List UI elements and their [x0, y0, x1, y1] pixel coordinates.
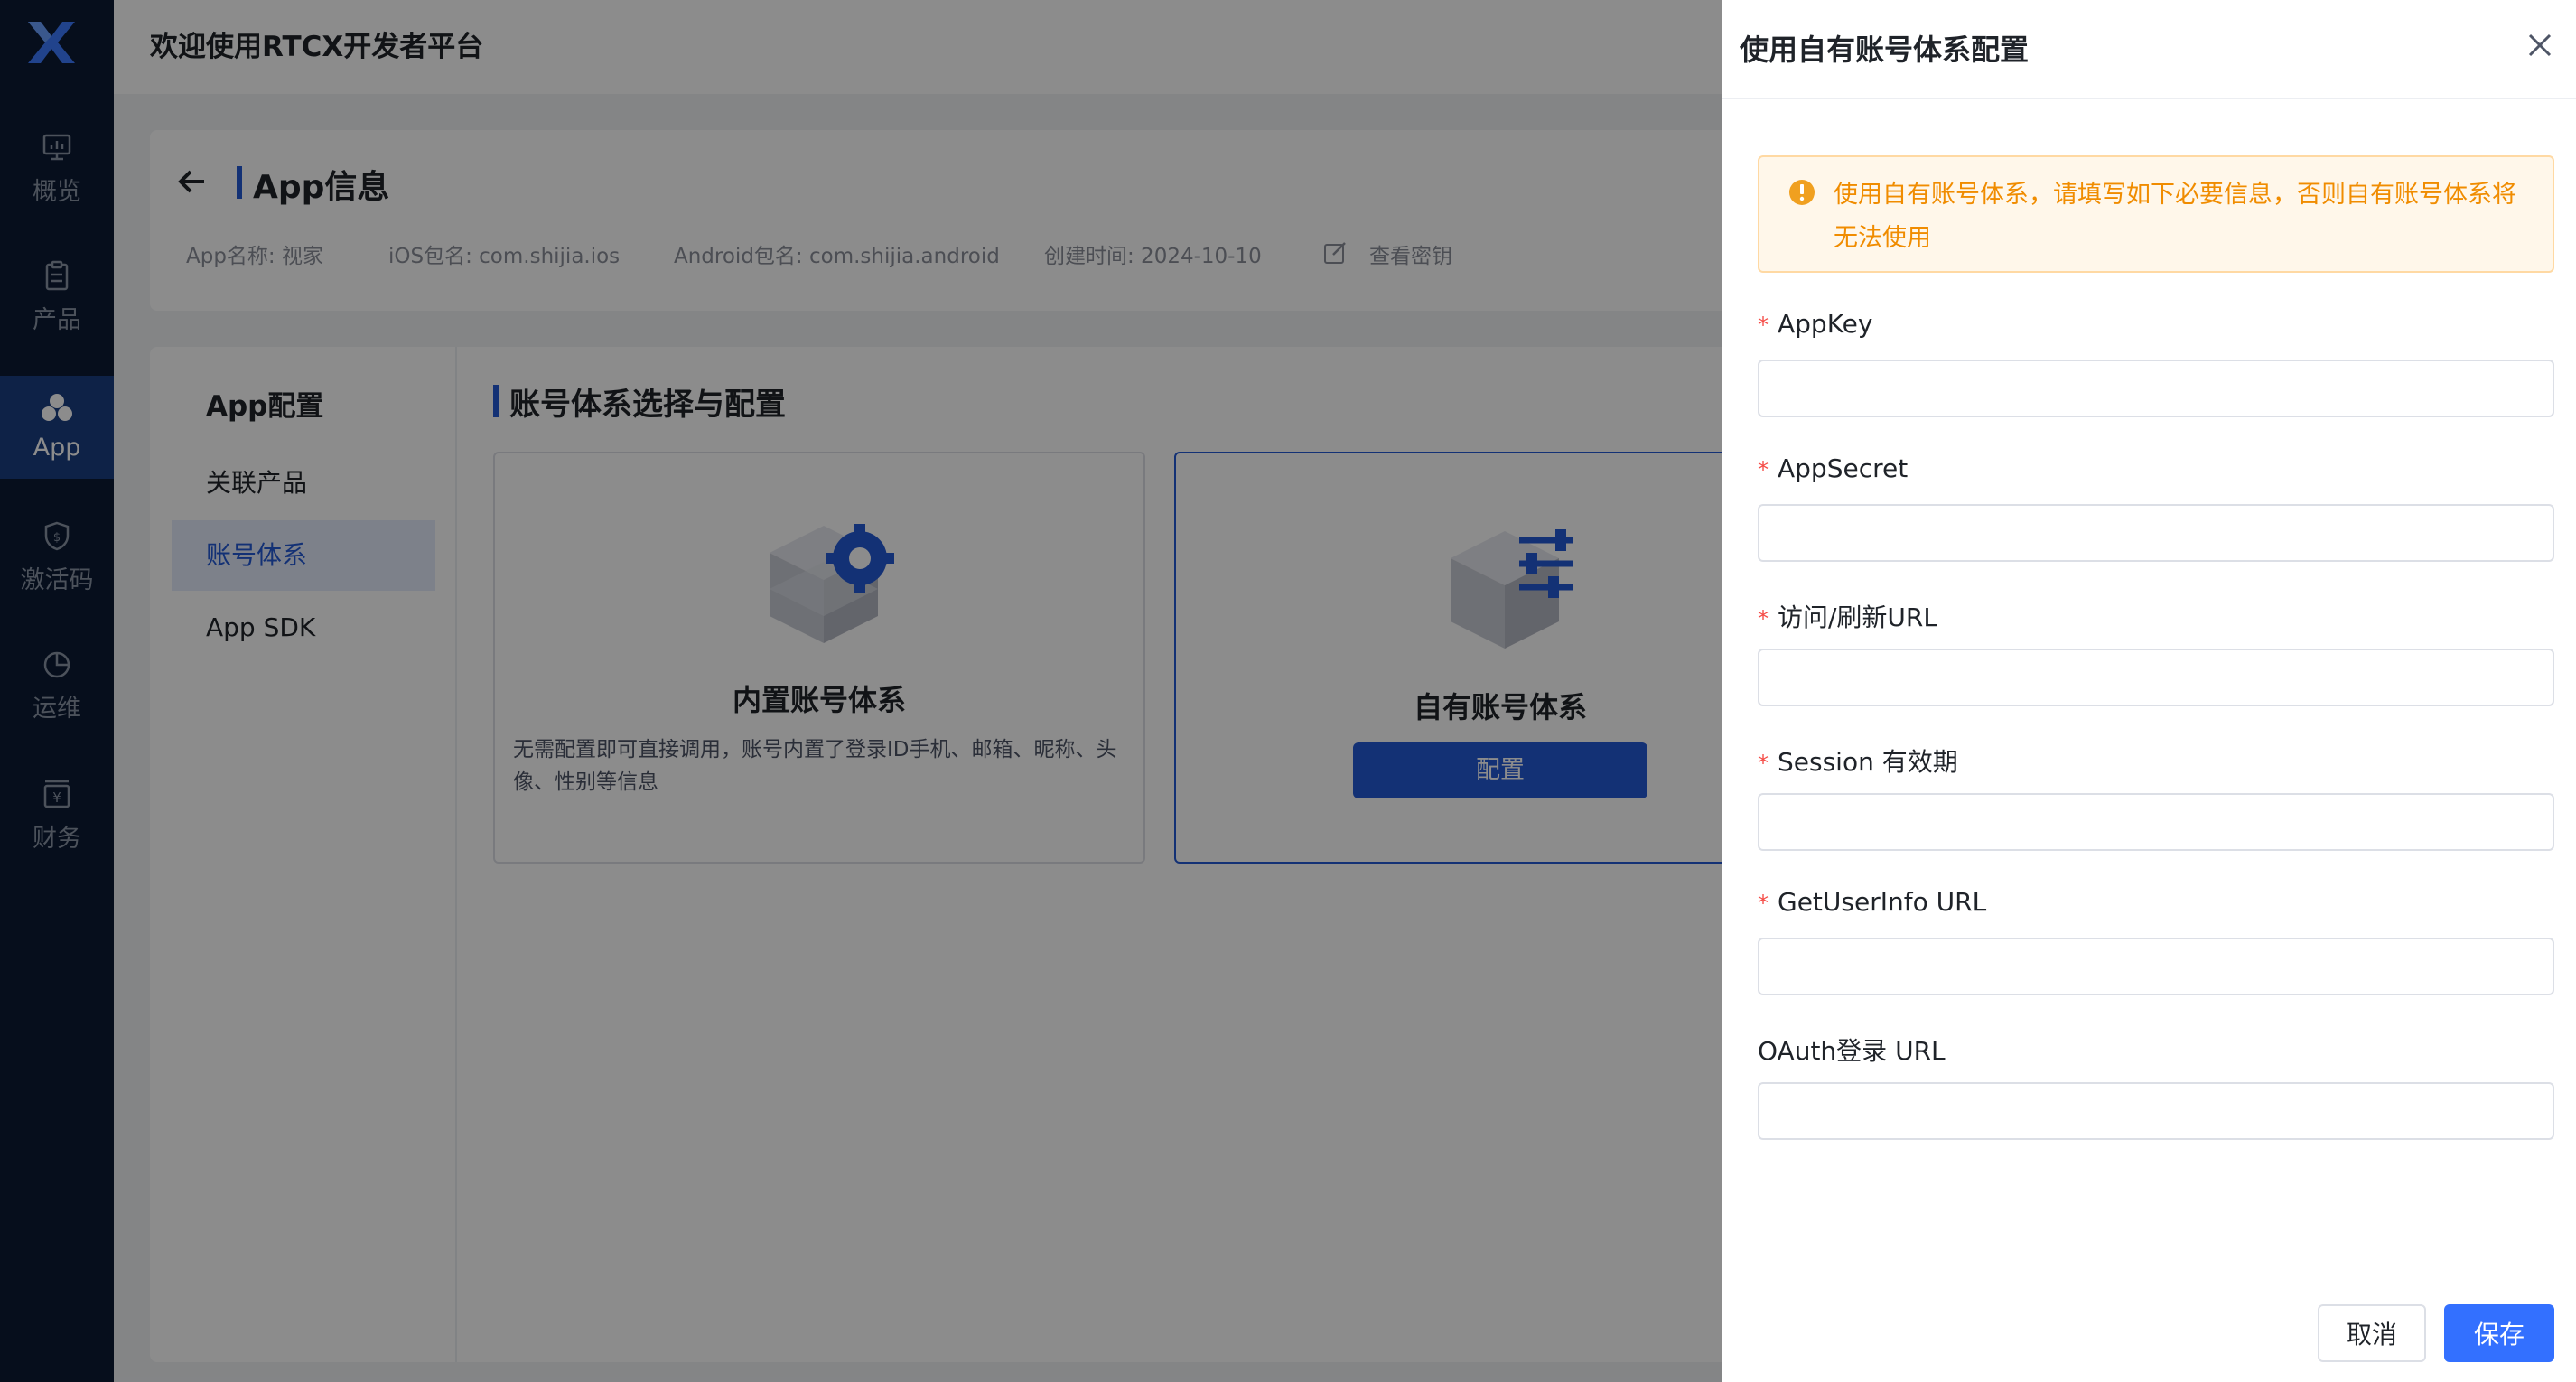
save-button[interactable]: 保存	[2444, 1304, 2554, 1362]
cancel-button[interactable]: 取消	[2318, 1304, 2426, 1362]
refresh-url-input[interactable]	[1758, 649, 2554, 706]
close-icon[interactable]	[2525, 31, 2554, 60]
required-mark: *	[1758, 606, 1769, 631]
drawer-header: 使用自有账号体系配置	[1722, 0, 2576, 99]
appsecret-label: * AppSecret	[1758, 453, 1909, 483]
drawer-title: 使用自有账号体系配置	[1740, 33, 2030, 67]
required-mark: *	[1758, 313, 1769, 338]
refresh-url-label: * 访问/刷新URL	[1758, 602, 1937, 632]
appkey-label: * AppKey	[1758, 309, 1873, 339]
oauth-login-url-label: OAuth登录 URL	[1758, 1036, 1946, 1066]
required-mark: *	[1758, 751, 1769, 776]
getuserinfo-url-input[interactable]	[1758, 938, 2554, 995]
warning-icon	[1789, 180, 1815, 205]
oauth-login-url-input[interactable]	[1758, 1082, 2554, 1140]
session-expiry-label: * Session 有效期	[1758, 747, 1958, 777]
session-expiry-input[interactable]	[1758, 793, 2554, 851]
required-mark: *	[1758, 891, 1769, 916]
getuserinfo-url-label: * GetUserInfo URL	[1758, 887, 1987, 917]
warning-alert: 使用自有账号体系，请填写如下必要信息，否则自有账号体系将无法使用	[1758, 155, 2554, 273]
warning-text: 使用自有账号体系，请填写如下必要信息，否则自有账号体系将无法使用	[1834, 181, 2516, 252]
own-account-config-drawer: 使用自有账号体系配置 使用自有账号体系，请填写如下必要信息，否则自有账号体系将无…	[1722, 0, 2576, 1382]
appkey-input[interactable]	[1758, 360, 2554, 417]
appsecret-input[interactable]	[1758, 504, 2554, 562]
required-mark: *	[1758, 457, 1769, 482]
